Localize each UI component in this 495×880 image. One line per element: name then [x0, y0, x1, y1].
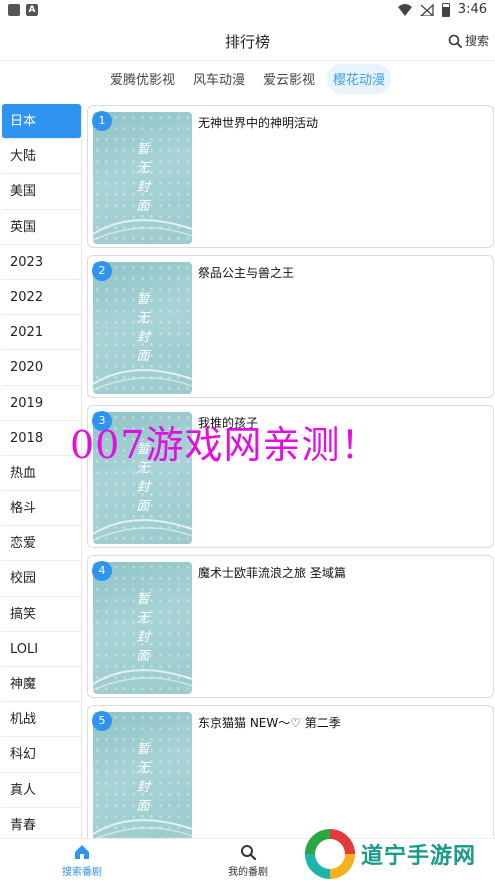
anime-title: 东京猫猫 NEW～♡ 第二季	[198, 716, 341, 730]
sidebar-item[interactable]: 2020	[2, 350, 81, 386]
source-tabs: 爱腾优影视 风车动漫 爱云影视 樱花动漫	[0, 64, 495, 94]
sidebar-item[interactable]: 2022	[2, 280, 81, 316]
page-title: 排行榜	[224, 33, 270, 51]
site-logo: 道宁手游网	[305, 828, 495, 880]
cover-image: 暂无封面	[93, 112, 192, 244]
status-left: A	[8, 4, 38, 16]
watermark-text: 007游戏网亲测！	[70, 423, 380, 467]
anime-card[interactable]: 暂无封面 2 祭品公主与兽之王	[87, 255, 494, 398]
sidebar-item[interactable]: 青春	[2, 808, 81, 838]
tab-mine-label: 我的番剧	[228, 867, 268, 878]
tab-my-anime[interactable]: 我的番剧	[188, 843, 308, 878]
sidebar-item[interactable]: 恋爱	[2, 526, 81, 562]
search-label: 搜索	[464, 34, 489, 48]
sidebar-item[interactable]: 科幻	[2, 737, 81, 773]
sidebar-item[interactable]: 真人	[2, 773, 81, 808]
battery-icon	[441, 2, 450, 17]
sidebar-item[interactable]: 日本	[2, 104, 81, 140]
sidebar-item[interactable]: 英国	[2, 210, 81, 245]
rank-badge: 1	[92, 111, 112, 131]
tab-search-label: 搜索番剧	[62, 867, 102, 878]
cover-placeholder-text: 暂无封面	[136, 592, 150, 664]
sidebar-item[interactable]: 美国	[2, 174, 81, 210]
tab-source-4[interactable]: 樱花动漫	[327, 64, 392, 94]
cover-placeholder-text: 暂无封面	[136, 142, 150, 214]
category-sidebar: 日本 大陆 美国 英国 2023 2022 2021 2020 2019 201…	[2, 104, 82, 838]
wifi-icon	[397, 3, 412, 16]
tab-source-3[interactable]: 爱云影视	[257, 64, 321, 94]
home-icon	[75, 845, 89, 859]
tab-source-2[interactable]: 风车动漫	[187, 64, 251, 94]
cover-placeholder-text: 暂无封面	[136, 742, 150, 814]
top-header: 排行榜 搜索	[0, 22, 495, 60]
sidebar-item[interactable]: 校园	[2, 561, 81, 597]
cover-placeholder-text: 暂无封面	[136, 292, 150, 364]
logo-mark-icon	[305, 829, 355, 879]
search-icon	[448, 34, 462, 48]
anime-title: 无神世界中的神明活动	[198, 116, 319, 130]
cover-image: 暂无封面	[93, 262, 192, 394]
header-divider	[0, 60, 495, 61]
sidebar-item[interactable]: LOLI	[2, 632, 81, 667]
ranking-list: 暂无封面 1 无神世界中的神明活动 暂无封面 2 祭品公主与兽之王 暂无封面 3…	[87, 104, 495, 838]
anime-card[interactable]: 暂无封面 1 无神世界中的神明活动	[87, 105, 494, 248]
sidebar-item[interactable]: 格斗	[2, 491, 81, 527]
sidebar-item[interactable]: 2021	[2, 315, 81, 351]
rank-badge: 4	[92, 561, 112, 581]
anime-card[interactable]: 暂无封面 4 魔术士欧菲流浪之旅 圣域篇	[87, 555, 494, 698]
app-badge-icon: A	[26, 4, 38, 16]
status-bar: A 3:46	[0, 0, 495, 22]
anime-title: 祭品公主与兽之王	[198, 266, 295, 280]
sidebar-item[interactable]: 机战	[2, 702, 81, 738]
sidebar-item[interactable]: 搞笑	[2, 597, 81, 632]
sidebar-item[interactable]: 神魔	[2, 667, 81, 703]
rank-badge: 5	[92, 711, 112, 731]
status-time: 3:46	[457, 2, 487, 17]
rank-badge: 2	[92, 261, 112, 281]
tab-search-anime[interactable]: 搜索番剧	[22, 843, 142, 878]
search-button[interactable]: 搜索	[448, 32, 489, 49]
status-right: 3:46	[397, 2, 487, 17]
sidebar-item[interactable]: 2023	[2, 245, 81, 280]
no-signal-icon	[419, 3, 434, 16]
notification-icon	[8, 4, 20, 16]
tab-source-1[interactable]: 爱腾优影视	[104, 64, 181, 94]
anime-title: 魔术士欧菲流浪之旅 圣域篇	[198, 566, 346, 580]
cover-image: 暂无封面	[93, 712, 192, 838]
sidebar-item[interactable]: 大陆	[2, 139, 81, 175]
logo-text: 道宁手游网	[361, 844, 477, 869]
cover-image: 暂无封面	[93, 562, 192, 694]
search-icon	[241, 845, 257, 861]
anime-card[interactable]: 暂无封面 5 东京猫猫 NEW～♡ 第二季	[87, 705, 494, 838]
